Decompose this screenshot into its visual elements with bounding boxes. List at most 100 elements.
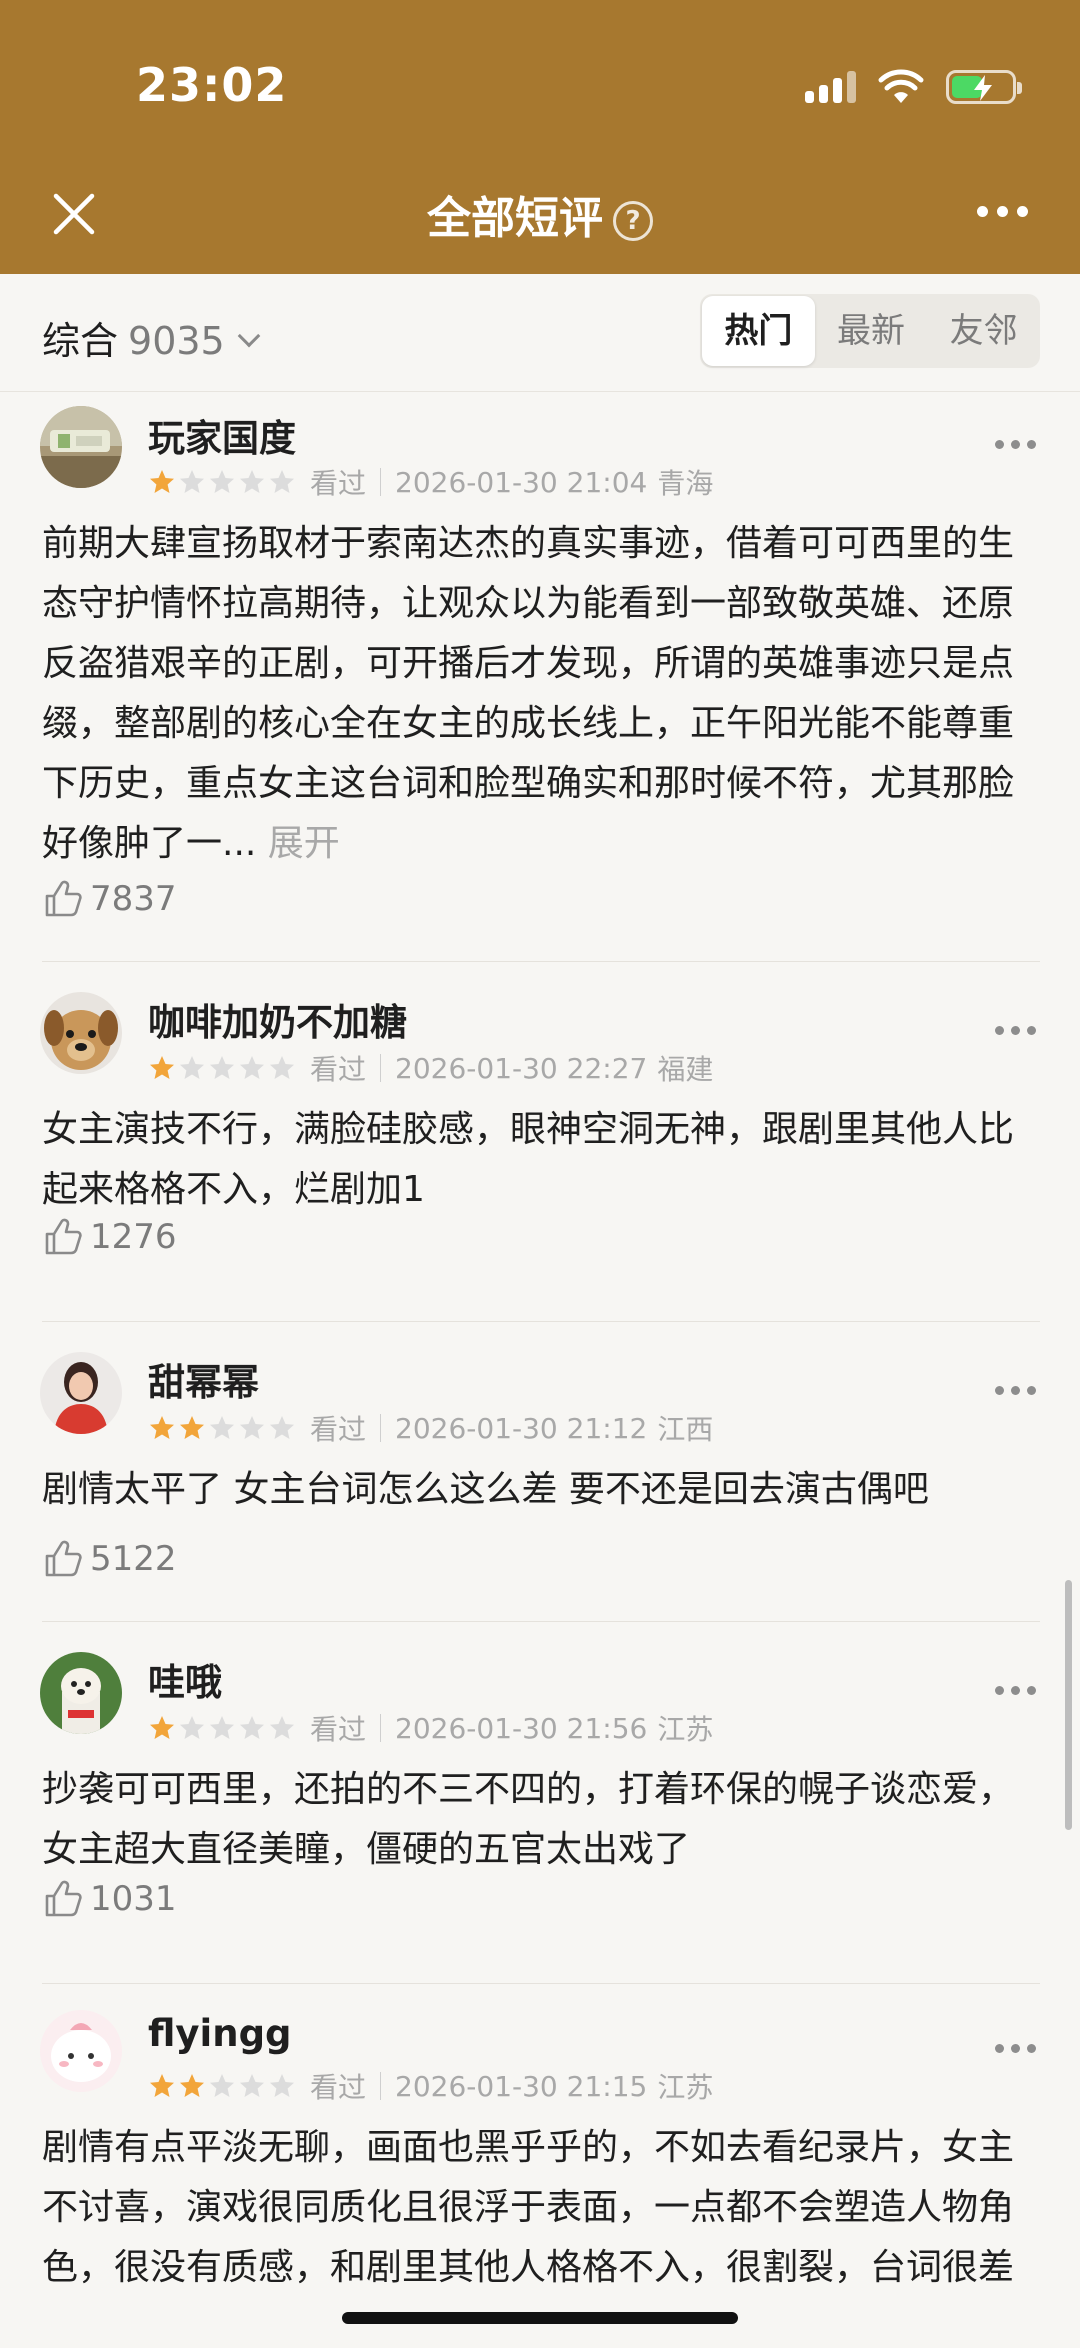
tab-friends[interactable]: 友邻 bbox=[927, 296, 1040, 366]
star-icon bbox=[270, 1416, 294, 1439]
star-icon bbox=[150, 1416, 174, 1439]
review-text: 剧情太平了 女主台词怎么这么差 要不还是回去演古偶吧 bbox=[42, 1469, 929, 1510]
star-icon bbox=[240, 1416, 264, 1439]
star-icon bbox=[240, 470, 264, 493]
expand-link[interactable]: 展开 bbox=[268, 823, 340, 864]
username[interactable]: flyingg bbox=[148, 2012, 292, 2055]
star-icon bbox=[270, 470, 294, 493]
avatar[interactable] bbox=[40, 2010, 122, 2092]
review-location: 江苏 bbox=[657, 1713, 714, 1746]
more-options-icon[interactable] bbox=[995, 2044, 1036, 2053]
star-icon bbox=[210, 1056, 234, 1079]
review-datetime: 2026-01-30 22:27 bbox=[395, 1051, 648, 1085]
chevron-down-icon bbox=[237, 324, 261, 348]
like-button[interactable]: 5122 bbox=[42, 1538, 177, 1580]
review-meta: 看过 2026-01-30 21:56 江苏 bbox=[148, 1708, 713, 1748]
star-icon bbox=[180, 2074, 204, 2097]
rating-stars bbox=[148, 1414, 296, 1442]
review-count: 9035 bbox=[128, 319, 225, 363]
avatar[interactable] bbox=[40, 406, 122, 488]
top-bar: 23:02 全部短评? bbox=[0, 0, 1080, 274]
more-options-icon[interactable] bbox=[995, 1026, 1036, 1035]
watch-status: 看过 bbox=[310, 1053, 367, 1086]
rating-stars bbox=[148, 1054, 296, 1082]
sort-dropdown[interactable]: 综合 9035 bbox=[42, 310, 261, 365]
star-icon bbox=[180, 1416, 204, 1439]
like-button[interactable]: 1276 bbox=[42, 1216, 177, 1258]
username[interactable]: 哇哦 bbox=[148, 1652, 222, 1706]
thumbs-up-icon bbox=[45, 1880, 82, 1917]
username[interactable]: 甜幂幂 bbox=[148, 1352, 259, 1406]
like-count: 1276 bbox=[90, 1217, 177, 1257]
like-count: 5122 bbox=[90, 1539, 177, 1579]
review-card: 玩家国度 看过 2026-01-30 21:04 青海 前期大肆宣扬取材于索南达… bbox=[0, 392, 1080, 962]
star-icon bbox=[240, 1056, 264, 1079]
battery-icon bbox=[946, 70, 1022, 104]
watch-status: 看过 bbox=[310, 467, 367, 500]
avatar[interactable] bbox=[40, 992, 122, 1074]
star-icon bbox=[270, 1716, 294, 1739]
like-button[interactable]: 7837 bbox=[42, 878, 177, 920]
watch-status: 看过 bbox=[310, 1413, 367, 1446]
star-icon bbox=[240, 2074, 264, 2097]
more-options-icon[interactable] bbox=[995, 440, 1036, 449]
review-meta: 看过 2026-01-30 21:12 江西 bbox=[148, 1408, 713, 1448]
page-title: 全部短评? bbox=[0, 182, 1080, 246]
more-options-icon[interactable] bbox=[977, 206, 1028, 217]
star-icon bbox=[210, 1716, 234, 1739]
wifi-icon bbox=[878, 69, 924, 103]
star-icon bbox=[240, 1716, 264, 1739]
star-icon bbox=[150, 2074, 174, 2097]
review-card: flyingg 看过 2026-01-30 21:15 江苏 剧情有点平淡无聊，… bbox=[0, 1984, 1080, 2348]
star-icon bbox=[180, 1716, 204, 1739]
review-datetime: 2026-01-30 21:04 bbox=[395, 465, 648, 499]
star-icon bbox=[150, 1056, 174, 1079]
rating-stars bbox=[148, 1714, 296, 1742]
star-icon bbox=[270, 2074, 294, 2097]
review-meta: 看过 2026-01-30 22:27 福建 bbox=[148, 1048, 713, 1088]
avatar[interactable] bbox=[40, 1352, 122, 1434]
review-location: 青海 bbox=[657, 467, 714, 500]
star-icon bbox=[210, 1416, 234, 1439]
review-text: 前期大肆宣扬取材于索南达杰的真实事迹，借着可可西里的生态守护情怀拉高期待，让观众… bbox=[42, 514, 1030, 874]
tab-hot[interactable]: 热门 bbox=[702, 296, 815, 366]
username[interactable]: 咖啡加奶不加糖 bbox=[148, 992, 407, 1046]
review-location: 福建 bbox=[657, 1053, 714, 1086]
review-datetime: 2026-01-30 21:15 bbox=[395, 2069, 648, 2103]
status-time: 23:02 bbox=[136, 58, 288, 112]
star-icon bbox=[270, 1056, 294, 1079]
star-icon bbox=[150, 470, 174, 493]
filter-bar: 综合 9035 热门 最新 友邻 bbox=[0, 274, 1080, 392]
review-location: 江西 bbox=[657, 1413, 714, 1446]
more-options-icon[interactable] bbox=[995, 1386, 1036, 1395]
help-icon[interactable]: ? bbox=[613, 201, 653, 241]
avatar[interactable] bbox=[40, 1652, 122, 1734]
star-icon bbox=[210, 470, 234, 493]
more-options-icon[interactable] bbox=[995, 1686, 1036, 1695]
tab-latest[interactable]: 最新 bbox=[815, 296, 928, 366]
star-icon bbox=[210, 2074, 234, 2097]
review-text-content: 前期大肆宣扬取材于索南达杰的真实事迹，借着可可西里的生态守护情怀拉高期待，让观众… bbox=[42, 523, 1015, 864]
star-icon bbox=[150, 1716, 174, 1739]
review-text: 女主演技不行，满脸硅胶感，眼神空洞无神，跟剧里其他人比起来格格不入，烂剧加1 bbox=[42, 1109, 1015, 1210]
review-meta: 看过 2026-01-30 21:04 青海 bbox=[148, 462, 713, 502]
review-text: 剧情有点平淡无聊，画面也黑乎乎的，不如去看纪录片，女主不讨喜，演戏很同质化且很浮… bbox=[42, 2127, 1015, 2288]
review-datetime: 2026-01-30 21:12 bbox=[395, 1411, 648, 1445]
star-icon bbox=[180, 1056, 204, 1079]
username[interactable]: 玩家国度 bbox=[148, 408, 296, 462]
review-card: 咖啡加奶不加糖 看过 2026-01-30 22:27 福建 女主演技不行，满脸… bbox=[0, 962, 1080, 1322]
review-card: 哇哦 看过 2026-01-30 21:56 江苏 抄袭可可西里，还拍的不三不四… bbox=[0, 1622, 1080, 1984]
home-indicator[interactable] bbox=[342, 2312, 738, 2324]
like-count: 7837 bbox=[90, 879, 177, 919]
like-button[interactable]: 1031 bbox=[42, 1878, 177, 1920]
sort-label: 综合 bbox=[42, 319, 119, 363]
review-meta: 看过 2026-01-30 21:15 江苏 bbox=[148, 2066, 713, 2106]
review-datetime: 2026-01-30 21:56 bbox=[395, 1711, 648, 1745]
rating-stars bbox=[148, 2072, 296, 2100]
review-location: 江苏 bbox=[657, 2071, 714, 2104]
review-text: 抄袭可可西里，还拍的不三不四的，打着环保的幌子谈恋爱，女主超大直径美瞳，僵硬的五… bbox=[42, 1769, 1015, 1870]
status-icons bbox=[805, 66, 1022, 108]
thumbs-up-icon bbox=[45, 1540, 82, 1577]
scrollbar[interactable] bbox=[1065, 1580, 1072, 1830]
thumbs-up-icon bbox=[45, 880, 82, 917]
